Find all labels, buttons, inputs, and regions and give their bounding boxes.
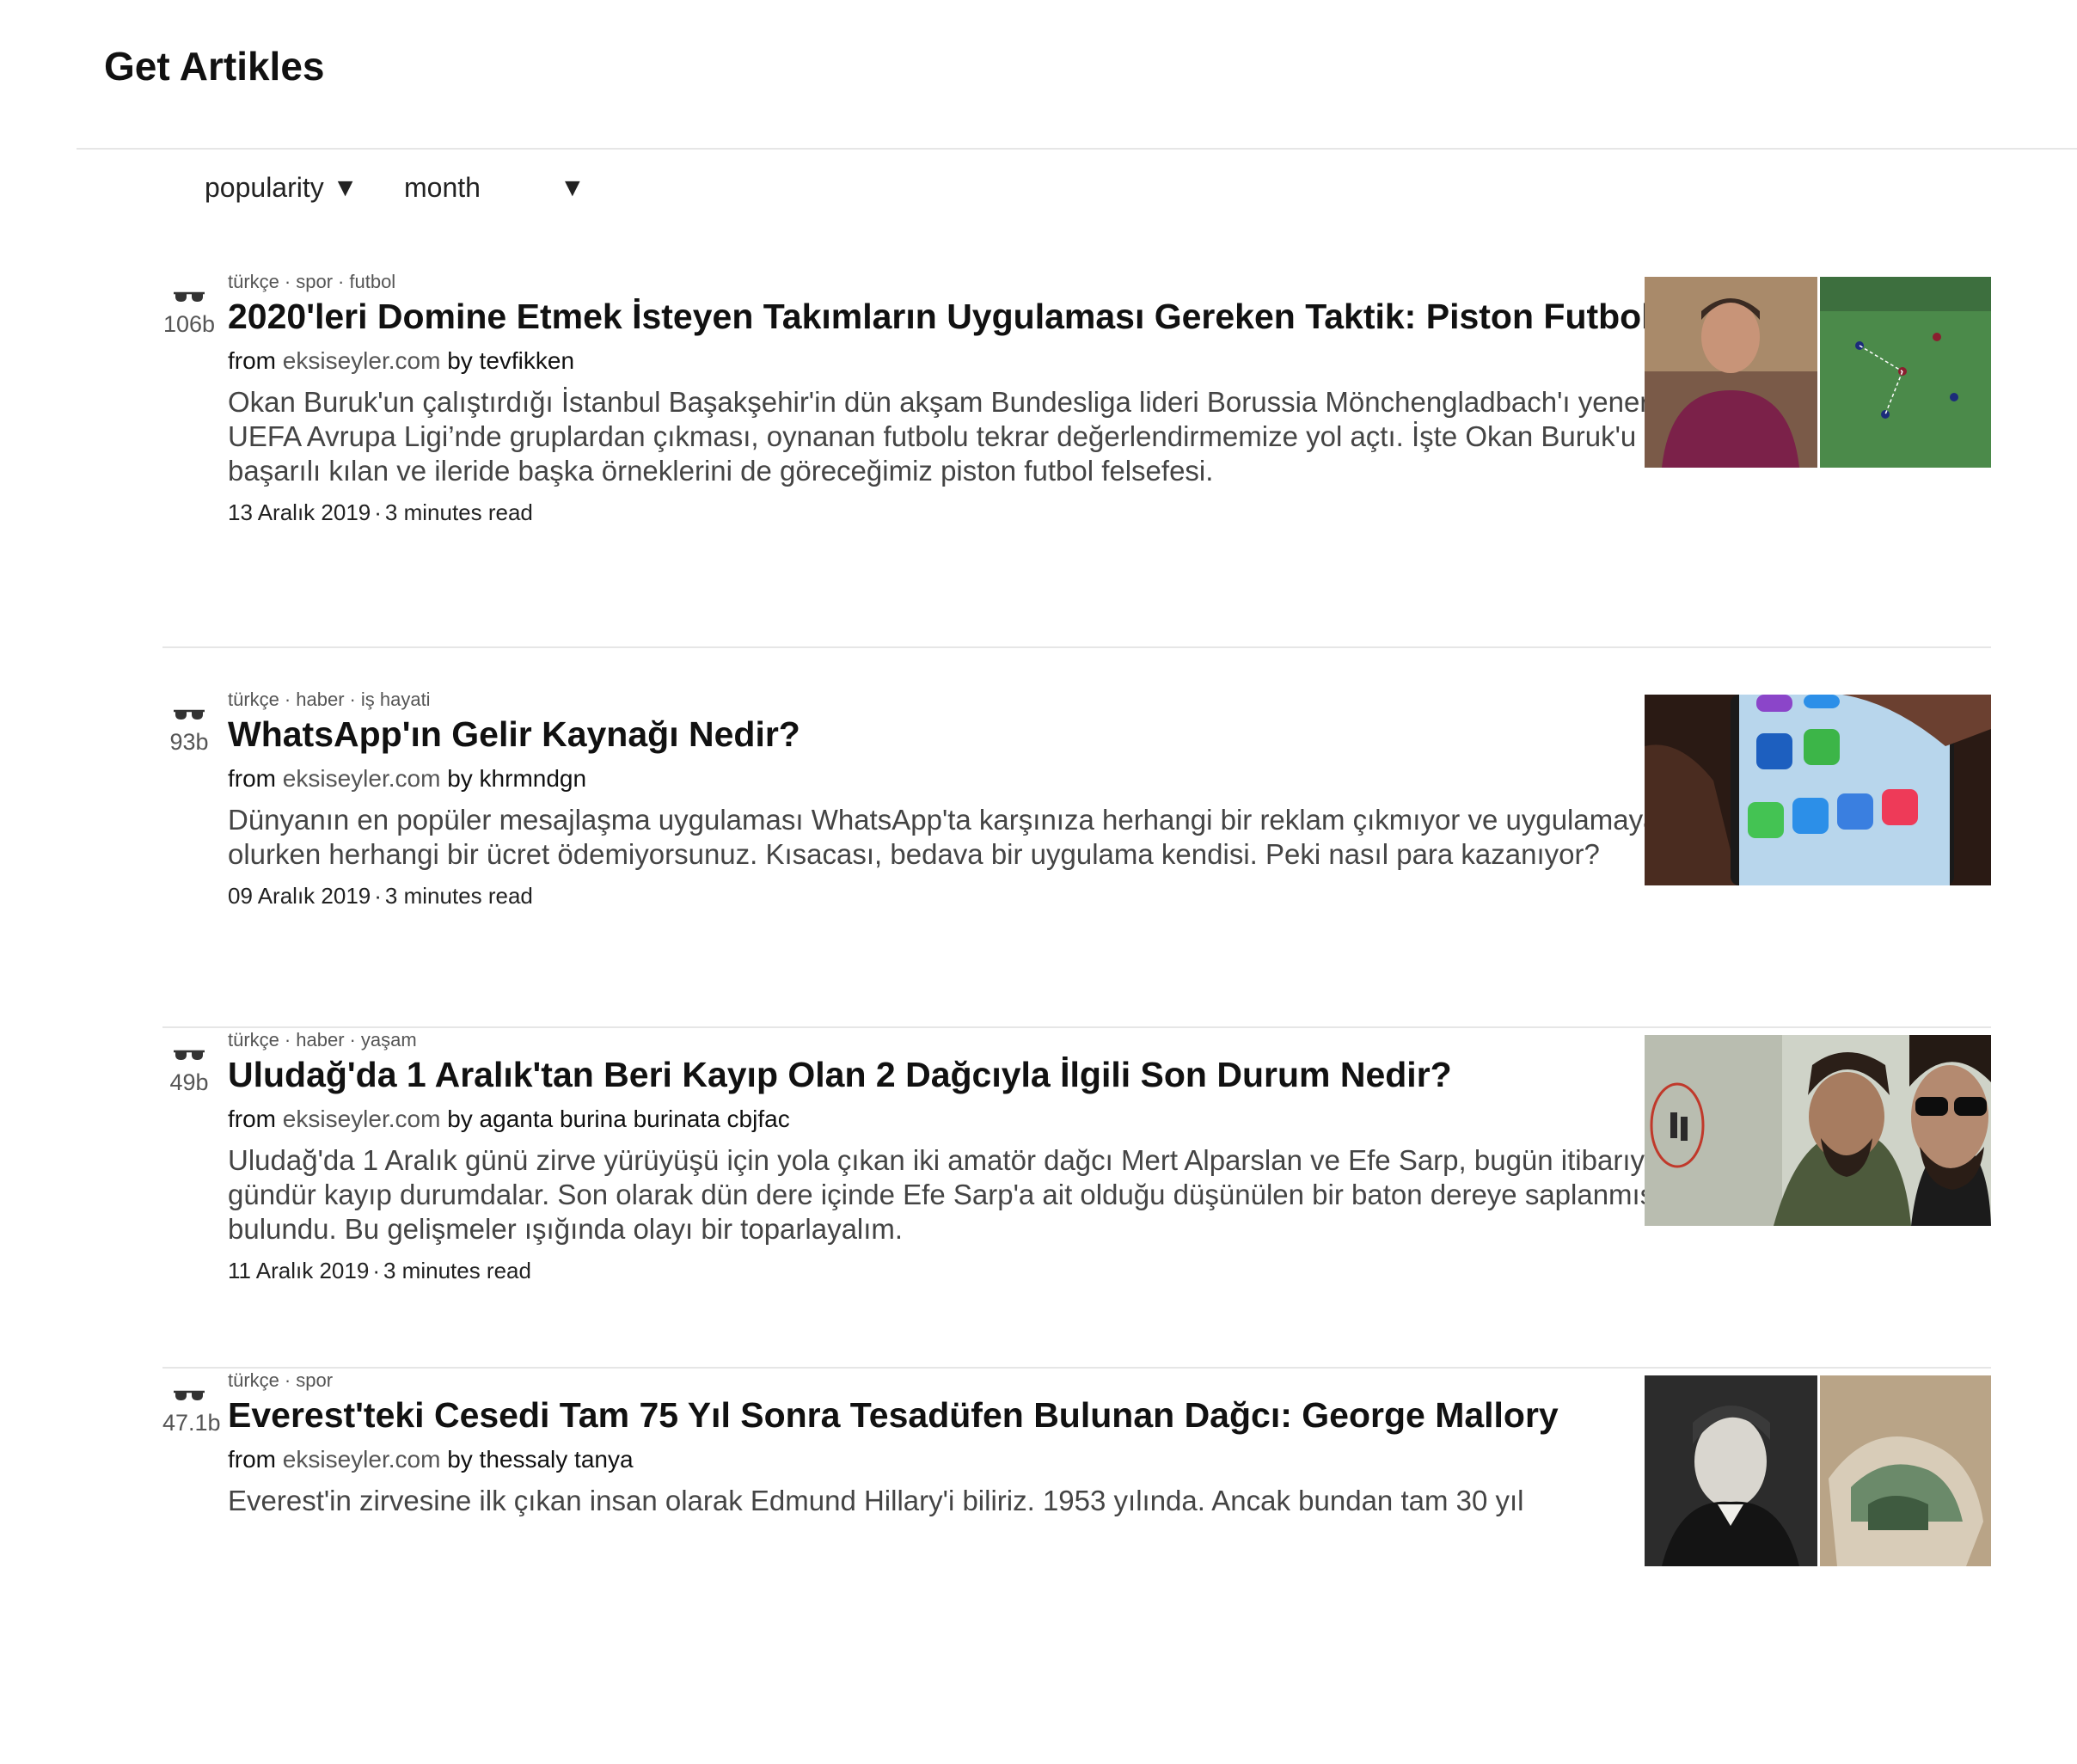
article-item: 106b türkçe · spor · futbol 2020'leri Domine… <box>162 270 1991 648</box>
caret-down-icon: ▼ <box>332 173 358 202</box>
article-body: türkçe · spor · futbol 2020'leri Domine Etme… <box>228 270 1758 526</box>
article-source: from eksiseyler.com by aganta burina bur… <box>228 1104 1758 1135</box>
article-summary: Uludağ'da 1 Aralık günü zirve yürüyüşü i… <box>228 1144 1732 1245</box>
tag[interactable]: türkçe <box>228 689 279 710</box>
article-body: türkçe · haber · yaşam Uludağ'da 1 Aralık'ta… <box>228 1028 1758 1284</box>
score-value: 106b <box>162 311 216 337</box>
article-thumbnail[interactable] <box>1645 1375 1991 1566</box>
app-title: Get Artikles <box>104 44 325 89</box>
tag-list: türkçe · haber · yaşam <box>228 1029 417 1050</box>
sort-dropdown-label: popularity <box>205 172 324 203</box>
read-time: 3 minutes read <box>383 1258 531 1283</box>
author-name[interactable]: aganta burina burinata cbjfac <box>480 1106 790 1132</box>
popularity-score: 106b <box>162 289 216 338</box>
article-item: 93b türkçe · haber · iş hayati WhatsApp'ın G… <box>162 688 1991 1028</box>
publish-date: 13 Aralık 2019 <box>228 499 371 525</box>
source-link[interactable]: eksiseyler.com <box>283 347 441 374</box>
by-label: by <box>447 1446 473 1473</box>
tag-list: türkçe · spor · futbol <box>228 271 396 292</box>
header-divider <box>77 148 2077 150</box>
read-time: 3 minutes read <box>384 499 533 525</box>
article-summary: Dünyanın en popüler mesajlaşma uygulamas… <box>228 804 1727 870</box>
article-body: türkçe · spor Everest'teki Cesedi Tam 75 Y… <box>228 1369 1758 1528</box>
tag[interactable]: türkçe <box>228 271 279 292</box>
tag[interactable]: spor <box>296 271 333 292</box>
score-value: 49b <box>169 1069 209 1095</box>
author-name[interactable]: thessaly tanya <box>480 1446 634 1473</box>
article-thumbnail[interactable] <box>1645 695 1991 885</box>
publish-date: 11 Aralık 2019 <box>228 1258 370 1283</box>
article-title[interactable]: 2020'leri Domine Etmek İsteyen Takımları… <box>228 296 1758 337</box>
tag[interactable]: iş hayati <box>361 689 431 710</box>
by-label: by <box>447 765 473 792</box>
publish-date: 09 Aralık 2019 <box>228 883 371 909</box>
from-label: from <box>228 1106 276 1132</box>
glasses-icon <box>174 291 205 302</box>
by-label: by <box>447 1106 473 1132</box>
tag[interactable]: futbol <box>349 271 395 292</box>
author-name[interactable]: tevfikken <box>480 347 575 374</box>
article-thumbnail[interactable] <box>1645 277 1991 468</box>
article-thumbnail[interactable] <box>1645 1035 1991 1226</box>
article-source: from eksiseyler.com by tevfikken <box>228 346 1758 377</box>
article-item: 49b türkçe · haber · yaşam Uludağ'da 1 Aralı… <box>162 1028 1991 1369</box>
caret-down-icon: ▼ <box>559 173 585 202</box>
source-link[interactable]: eksiseyler.com <box>283 765 441 792</box>
article-title[interactable]: WhatsApp'ın Gelir Kaynağı Nedir? <box>228 714 1758 755</box>
popularity-score: 49b <box>162 1047 216 1096</box>
article-meta: 09 Aralık 2019 · 3 minutes read <box>228 883 533 909</box>
tag[interactable]: haber <box>296 1029 344 1050</box>
article-divider <box>162 646 1991 648</box>
glasses-icon <box>174 1050 205 1060</box>
period-dropdown-label: month <box>404 172 481 203</box>
from-label: from <box>228 765 276 792</box>
article-item: 47.1b türkçe · spor Everest'teki Cesedi Ta… <box>162 1369 1991 1764</box>
article-summary: Okan Buruk'un çalıştırdığı İstanbul Başa… <box>228 386 1680 487</box>
article-summary: Everest'in zirvesine ilk çıkan insan ola… <box>228 1485 1524 1516</box>
from-label: from <box>228 1446 276 1473</box>
score-value: 93b <box>169 729 209 755</box>
tag[interactable]: spor <box>296 1369 333 1391</box>
score-value: 47.1b <box>162 1410 221 1436</box>
article-title[interactable]: Everest'teki Cesedi Tam 75 Yıl Sonra Tes… <box>228 1394 1758 1436</box>
tag-list: türkçe · haber · iş hayati <box>228 689 431 710</box>
by-label: by <box>447 347 473 374</box>
popularity-score: 47.1b <box>162 1387 221 1436</box>
sort-dropdown[interactable]: popularity ▼ <box>205 172 358 204</box>
tag[interactable]: türkçe <box>228 1369 279 1391</box>
author-name[interactable]: khrmndgn <box>480 765 587 792</box>
glasses-icon <box>174 709 205 720</box>
article-meta: 11 Aralık 2019 · 3 minutes read <box>228 1258 531 1283</box>
glasses-icon <box>174 1390 205 1400</box>
from-label: from <box>228 347 276 374</box>
popularity-score: 93b <box>162 707 216 756</box>
period-dropdown[interactable]: month ▼ <box>404 172 585 204</box>
article-meta: 13 Aralık 2019 · 3 minutes read <box>228 499 533 525</box>
article-title[interactable]: Uludağ'da 1 Aralık'tan Beri Kayıp Olan 2… <box>228 1054 1758 1095</box>
tag[interactable]: haber <box>296 689 344 710</box>
article-source: from eksiseyler.com by khrmndgn <box>228 763 1758 794</box>
source-link[interactable]: eksiseyler.com <box>283 1446 441 1473</box>
tag-list: türkçe · spor <box>228 1369 334 1391</box>
tag[interactable]: yaşam <box>361 1029 417 1050</box>
article-source: from eksiseyler.com by thessaly tanya <box>228 1444 1758 1475</box>
article-body: türkçe · haber · iş hayati WhatsApp'ın Gelir… <box>228 688 1758 910</box>
read-time: 3 minutes read <box>384 883 533 909</box>
source-link[interactable]: eksiseyler.com <box>283 1106 441 1132</box>
tag[interactable]: türkçe <box>228 1029 279 1050</box>
